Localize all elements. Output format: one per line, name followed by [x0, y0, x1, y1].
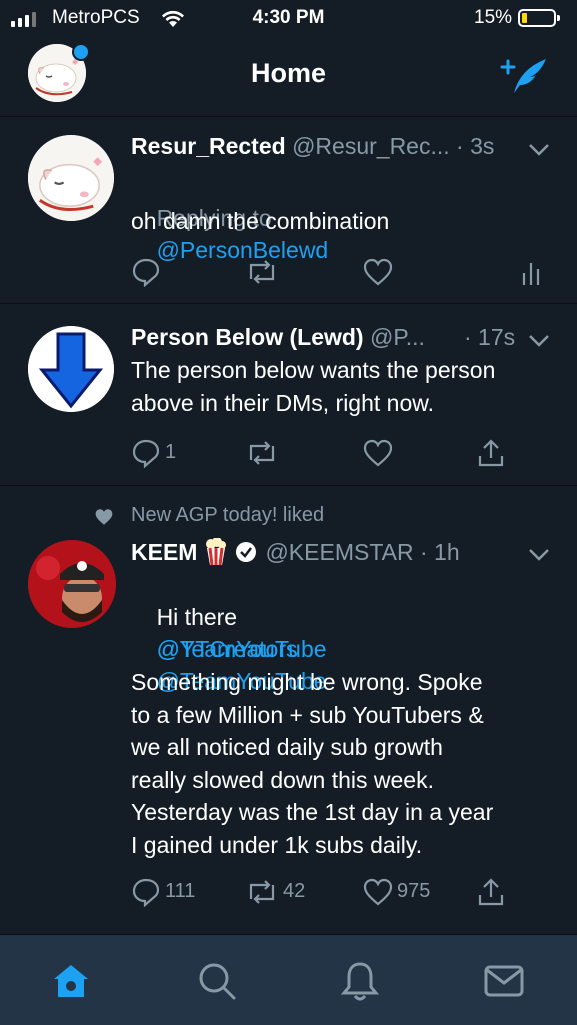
- tweet-text: oh damn the combination: [131, 208, 390, 234]
- reply-count: 111: [165, 880, 196, 902]
- share-icon[interactable]: [477, 438, 505, 468]
- notifications-bell-icon[interactable]: [340, 961, 380, 1003]
- retweet-icon[interactable]: [245, 440, 279, 466]
- share-icon[interactable]: [477, 877, 505, 907]
- reply-icon[interactable]: [131, 257, 161, 287]
- dog-avatar-icon: [28, 135, 114, 221]
- display-name[interactable]: Person Below (Lewd): [131, 324, 364, 350]
- retweet-icon[interactable]: [245, 879, 279, 905]
- tweet-text-line: The person below wants the person: [131, 357, 496, 383]
- status-bar: MetroPCS 4:30 PM 15%: [0, 0, 577, 36]
- retweet-icon[interactable]: [245, 259, 279, 285]
- tweet[interactable]: Resur_Rected @Resur_Rec... · 3s Replying…: [0, 117, 577, 303]
- chevron-down-icon[interactable]: [528, 548, 550, 562]
- search-icon[interactable]: [197, 961, 237, 1001]
- reply-count: 1: [165, 441, 177, 463]
- mention-link[interactable]: @TeamYouTube: [157, 636, 327, 662]
- display-name[interactable]: Resur_Rected: [131, 133, 286, 159]
- tweet[interactable]: New AGP today! liked KEEM @KEEMSTAR · 1h…: [0, 486, 577, 926]
- display-name[interactable]: KEEM: [131, 539, 197, 566]
- compose-tweet-icon[interactable]: [500, 53, 552, 97]
- top-nav: Home: [0, 36, 577, 117]
- reply-icon[interactable]: [131, 438, 161, 468]
- like-count: 975: [397, 880, 431, 902]
- page-title: Home: [250, 58, 326, 88]
- tweet-text-line: above in their DMs, right now.: [131, 390, 434, 416]
- user-avatar[interactable]: [28, 135, 114, 221]
- user-avatar[interactable]: [28, 326, 114, 412]
- liked-by-label[interactable]: New AGP today! liked: [131, 504, 324, 527]
- down-arrow-icon: [28, 326, 114, 412]
- battery-icon: [518, 9, 560, 27]
- user-avatar[interactable]: [28, 540, 116, 628]
- battery-percent: 15%: [474, 7, 513, 28]
- verified-badge-icon: [236, 542, 257, 562]
- reply-icon[interactable]: [131, 877, 161, 907]
- heart-filled-icon: [95, 509, 113, 525]
- popcorn-icon: [206, 538, 227, 566]
- handle-time[interactable]: @KEEMSTAR · 1h: [265, 539, 459, 566]
- retweet-count: 42: [283, 880, 306, 902]
- analytics-icon[interactable]: [521, 259, 543, 287]
- tweet-time[interactable]: · 17s: [464, 324, 515, 351]
- home-icon[interactable]: [52, 963, 90, 999]
- messages-envelope-icon[interactable]: [484, 965, 524, 997]
- like-icon[interactable]: [363, 258, 393, 286]
- handle-time[interactable]: @Resur_Rec... · 3s: [292, 133, 494, 159]
- tweet[interactable]: Person Below (Lewd) @P... · 17s The pers…: [0, 304, 577, 485]
- handle[interactable]: @P...: [370, 324, 425, 350]
- person-avatar-icon: [28, 540, 116, 628]
- chevron-down-icon[interactable]: [528, 143, 550, 157]
- like-icon[interactable]: [363, 878, 393, 906]
- bottom-tab-bar: [0, 934, 577, 1025]
- tweet-body: Something might be wrong. Spoke to a few…: [131, 669, 494, 858]
- chevron-down-icon[interactable]: [528, 334, 550, 348]
- like-icon[interactable]: [363, 439, 393, 467]
